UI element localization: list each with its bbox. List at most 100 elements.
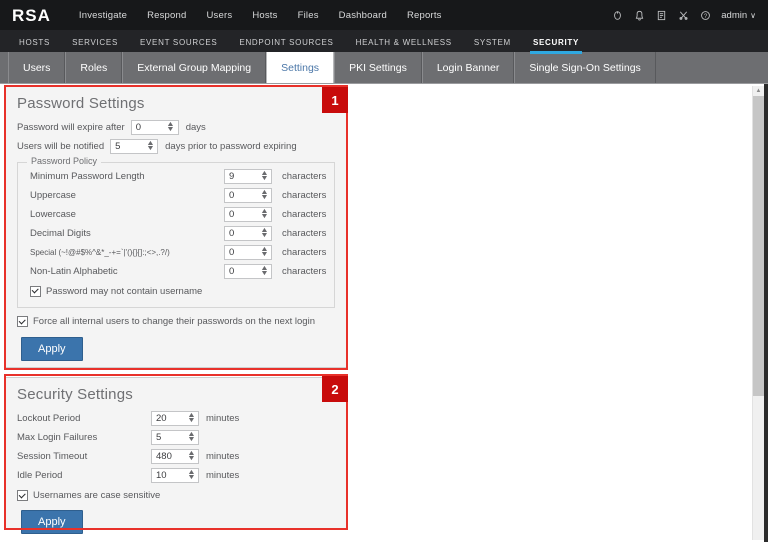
policy-stepper-special[interactable]: ▲▼ [224, 245, 272, 260]
settings-content: Password Settings Password will expire a… [0, 84, 768, 542]
nav-item-hosts[interactable]: Hosts [242, 10, 287, 21]
policy-unit: characters [282, 190, 327, 201]
security-input[interactable] [152, 431, 184, 444]
password-expire-label: Password will expire after [17, 122, 125, 133]
checkbox-force-password-change[interactable]: Force all internal users to change their… [17, 316, 347, 327]
policy-stepper-minimum-password-length[interactable]: ▲▼ [224, 169, 272, 184]
security-stepper-idle-period[interactable]: ▲▼ [151, 468, 199, 483]
security-stepper-lockout-period[interactable]: ▲▼ [151, 411, 199, 426]
settings-icon[interactable] [677, 8, 690, 23]
security-row-lockout-period: Lockout Period ▲▼ minutes [5, 409, 347, 428]
application-window: RSA Investigate Respond Users Hosts File… [0, 0, 768, 542]
password-expire-input[interactable] [131, 121, 164, 134]
tab-bar: Users Roles External Group Mapping Setti… [0, 52, 768, 84]
bell-icon[interactable] [633, 8, 646, 23]
subnav-item-event-sources[interactable]: EVENT SOURCES [129, 38, 228, 52]
tab-external-group-mapping[interactable]: External Group Mapping [122, 52, 267, 83]
policy-row-decimal-digits: Decimal Digits ▲▼ characters [18, 224, 334, 243]
password-settings-panel: Password Settings Password will expire a… [4, 86, 348, 368]
subnav-item-security[interactable]: SECURITY [522, 38, 590, 54]
policy-row-no-username: Password may not contain username [18, 281, 334, 301]
tab-pki-settings[interactable]: PKI Settings [334, 52, 422, 83]
policy-input[interactable] [225, 227, 257, 240]
policy-row-minimum-password-length: Minimum Password Length ▲▼ characters [18, 167, 334, 186]
checkbox-password-may-not-contain-username[interactable]: Password may not contain username [30, 285, 202, 297]
tasks-icon[interactable] [655, 8, 668, 23]
policy-unit: characters [282, 228, 327, 239]
policy-label: Decimal Digits [30, 228, 91, 239]
stepper-arrows-icon[interactable]: ▲ ▼ [184, 450, 198, 463]
stepper-arrows-icon[interactable]: ▲ ▼ [257, 227, 271, 240]
scrollbar-thumb[interactable] [753, 96, 764, 396]
policy-input[interactable] [225, 246, 257, 259]
stepper-arrows-icon[interactable]: ▲ ▼ [257, 189, 271, 202]
user-menu[interactable]: admin ∨ [721, 10, 756, 21]
subnav-item-system[interactable]: SYSTEM [463, 38, 522, 52]
policy-stepper-lowercase[interactable]: ▲▼ [224, 207, 272, 222]
policy-stepper-non-latin-alphabetic[interactable]: ▲▼ [224, 264, 272, 279]
policy-label: Uppercase [30, 190, 76, 201]
policy-label: Non-Latin Alphabetic [30, 266, 118, 277]
subnav-item-health-wellness[interactable]: HEALTH & WELLNESS [345, 38, 463, 52]
nav-item-reports[interactable]: Reports [397, 10, 452, 21]
password-notify-stepper[interactable]: ▲▼ [110, 139, 159, 154]
nav-item-users[interactable]: Users [197, 10, 243, 21]
password-expire-unit: days [185, 122, 206, 133]
policy-input[interactable] [225, 189, 257, 202]
security-row-session-timeout: Session Timeout ▲▼ minutes [5, 447, 347, 466]
stepper-arrows-icon[interactable]: ▲ ▼ [184, 412, 198, 425]
checkbox-label: Usernames are case sensitive [33, 490, 161, 501]
subnav-item-hosts[interactable]: HOSTS [8, 38, 61, 52]
security-unit: minutes [206, 451, 240, 462]
policy-label: Minimum Password Length [30, 171, 145, 182]
password-expire-row: Password will expire after ▲▼ days [5, 118, 347, 137]
tab-login-banner[interactable]: Login Banner [421, 52, 515, 83]
stepper-arrows-icon[interactable]: ▲ ▼ [184, 469, 198, 482]
tab-users[interactable]: Users [8, 52, 66, 83]
security-stepper-max-login-failures[interactable]: ▲▼ [151, 430, 199, 445]
tab-single-sign-on-settings[interactable]: Single Sign-On Settings [514, 52, 656, 83]
vertical-scrollbar[interactable]: ▲ [752, 86, 764, 540]
password-settings-apply-button[interactable]: Apply [21, 337, 83, 361]
policy-stepper-uppercase[interactable]: ▲▼ [224, 188, 272, 203]
password-expire-stepper[interactable]: ▲▼ [130, 120, 179, 135]
password-notify-label: Users will be notified [17, 141, 105, 152]
user-menu-label: admin [721, 9, 748, 21]
subnav-item-services[interactable]: SERVICES [61, 38, 129, 52]
policy-stepper-decimal-digits[interactable]: ▲▼ [224, 226, 272, 241]
security-settings-panel: Security Settings Lockout Period ▲▼ minu… [4, 377, 348, 534]
global-header: RSA Investigate Respond Users Hosts File… [0, 0, 768, 30]
stepper-arrows-icon[interactable]: ▲ ▼ [257, 246, 271, 259]
stepper-arrows-icon[interactable]: ▲ ▼ [257, 208, 271, 221]
subnav-item-endpoint-sources[interactable]: ENDPOINT SOURCES [228, 38, 344, 52]
policy-input[interactable] [225, 208, 257, 221]
nav-item-dashboard[interactable]: Dashboard [329, 10, 397, 21]
nav-item-files[interactable]: Files [288, 10, 329, 21]
nav-item-respond[interactable]: Respond [137, 10, 196, 21]
checkbox-usernames-case-sensitive[interactable]: Usernames are case sensitive [17, 490, 347, 501]
stepper-arrows-icon[interactable]: ▲ ▼ [164, 121, 178, 134]
lifering-icon[interactable] [611, 8, 624, 23]
policy-input[interactable] [225, 170, 257, 183]
checkmark-icon [30, 285, 41, 297]
security-input[interactable] [152, 450, 184, 463]
security-settings-title: Security Settings [17, 386, 133, 403]
stepper-arrows-icon[interactable]: ▲ ▼ [257, 170, 271, 183]
stepper-arrows-icon[interactable]: ▲ ▼ [184, 431, 198, 444]
password-settings-title: Password Settings [17, 95, 145, 112]
tab-roles[interactable]: Roles [65, 52, 123, 83]
tab-settings[interactable]: Settings [266, 52, 335, 83]
security-input[interactable] [152, 469, 184, 482]
security-stepper-session-timeout[interactable]: ▲▼ [151, 449, 199, 464]
password-notify-input[interactable] [111, 140, 144, 153]
stepper-arrows-icon[interactable]: ▲ ▼ [257, 265, 271, 278]
scroll-up-icon[interactable]: ▲ [753, 86, 764, 96]
security-settings-apply-button[interactable]: Apply [21, 510, 83, 534]
help-icon[interactable]: ? [699, 8, 712, 23]
stepper-arrows-icon[interactable]: ▲ ▼ [143, 140, 157, 153]
policy-input[interactable] [225, 265, 257, 278]
security-label: Max Login Failures [17, 432, 98, 443]
nav-item-investigate[interactable]: Investigate [69, 10, 137, 21]
policy-label: Special (~!@#$%^&*_-+=`|'(){}[]:;<>,.?/) [30, 248, 170, 257]
security-input[interactable] [152, 412, 184, 425]
